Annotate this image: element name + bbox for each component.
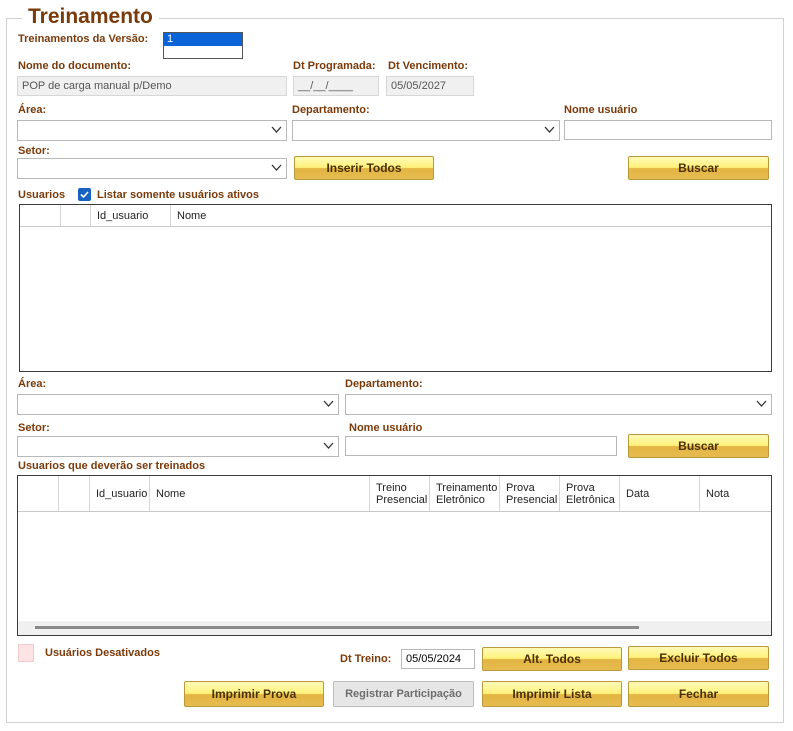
inserir-todos-button[interactable]: Inserir Todos — [294, 156, 434, 180]
grid-header: Id_usuario Nome Treino Presencial Treina… — [18, 476, 771, 512]
chevron-down-icon — [544, 126, 555, 133]
col-prova-presencial-l2: Presencial — [506, 493, 558, 506]
setor-label: Setor: — [18, 145, 50, 157]
ativos-label: Listar somente usuários ativos — [97, 189, 259, 201]
col-id-usuario[interactable]: Id_usuario — [90, 476, 150, 511]
ativos-checkbox[interactable] — [78, 188, 91, 201]
nome-usuario-label-2: Nome usuário — [349, 422, 423, 434]
chevron-down-icon — [271, 164, 282, 171]
setor-dropdown-2[interactable] — [17, 436, 339, 457]
form-title: Treinamento — [22, 5, 159, 29]
setor-dropdown[interactable] — [17, 158, 287, 179]
version-label: Treinamentos da Versão: — [18, 33, 149, 45]
chevron-down-icon — [323, 442, 334, 449]
document-name-label: Nome do documento: — [18, 60, 132, 72]
grid-header-blank — [18, 476, 59, 511]
dt-treino-input[interactable]: 05/05/2024 — [401, 649, 475, 669]
col-prova-eletronica-l2: Eletrônica — [566, 493, 615, 506]
chevron-down-icon — [756, 400, 767, 407]
imprimir-lista-button[interactable]: Imprimir Lista — [482, 681, 622, 707]
col-prova-presencial[interactable]: Prova Presencial — [500, 476, 560, 511]
col-treino-presencial-l1: Treino — [376, 481, 407, 494]
area-label-2: Área: — [18, 378, 47, 390]
fechar-button[interactable]: Fechar — [628, 681, 769, 707]
col-nome[interactable]: Nome — [150, 476, 370, 511]
version-list[interactable]: 1 — [163, 32, 243, 59]
col-treinamento-eletronico-l1: Treinamento — [436, 481, 498, 494]
departamento-label-2: Departamento: — [345, 378, 423, 390]
col-prova-presencial-l1: Prova — [506, 481, 535, 494]
area-dropdown-2[interactable] — [17, 394, 339, 415]
desativados-swatch — [18, 644, 34, 662]
version-list-item[interactable]: 1 — [164, 33, 242, 46]
imprimir-prova-button[interactable]: Imprimir Prova — [184, 681, 324, 707]
usuarios-grid[interactable]: Id_usuario Nome — [19, 204, 772, 372]
departamento-dropdown[interactable] — [292, 120, 560, 141]
col-treinamento-eletronico[interactable]: Treinamento Eletrônico — [430, 476, 500, 511]
scrollbar-thumb[interactable] — [35, 626, 639, 629]
col-data[interactable]: Data — [620, 476, 700, 511]
chevron-down-icon — [271, 126, 282, 133]
dt-vencimento-field: 05/05/2027 — [386, 76, 474, 96]
dt-programada-field: __/__/____ — [293, 76, 379, 96]
nome-usuario-label: Nome usuário — [564, 104, 638, 116]
col-prova-eletronica[interactable]: Prova Eletrônica — [560, 476, 620, 511]
treinar-grid[interactable]: Id_usuario Nome Treino Presencial Treina… — [17, 475, 772, 636]
check-icon — [80, 191, 89, 199]
buscar-button-bottom[interactable]: Buscar — [628, 434, 769, 458]
chevron-down-icon — [323, 400, 334, 407]
excluir-todos-button[interactable]: Excluir Todos — [628, 646, 769, 670]
treinar-label: Usuarios que deverão ser treinados — [18, 460, 206, 472]
col-nome[interactable]: Nome — [171, 205, 771, 226]
col-prova-eletronica-l1: Prova — [566, 481, 595, 494]
dt-vencimento-label: Dt Vencimento: — [388, 60, 469, 72]
area-dropdown[interactable] — [17, 120, 287, 141]
grid-header: Id_usuario Nome — [20, 205, 771, 227]
dt-treino-label: Dt Treino: — [340, 653, 392, 665]
area-label: Área: — [18, 104, 47, 116]
setor-label-2: Setor: — [18, 422, 50, 434]
col-nota[interactable]: Nota — [700, 476, 771, 511]
col-treino-presencial[interactable]: Treino Presencial — [370, 476, 430, 511]
registrar-participacao-button[interactable]: Registrar Participação — [333, 681, 474, 707]
grid-header-blank — [59, 476, 90, 511]
desativados-label: Usuários Desativados — [45, 647, 160, 659]
dt-programada-label: Dt Programada: — [293, 60, 376, 72]
col-id-usuario[interactable]: Id_usuario — [91, 205, 171, 226]
col-treinamento-eletronico-l2: Eletrônico — [436, 493, 485, 506]
nome-usuario-input-2[interactable] — [345, 436, 617, 456]
alt-todos-button[interactable]: Alt. Todos — [482, 647, 622, 671]
nome-usuario-input[interactable] — [564, 120, 772, 140]
buscar-button-top[interactable]: Buscar — [628, 156, 769, 180]
usuarios-label: Usuarios — [18, 189, 66, 201]
grid-header-blank — [61, 205, 91, 226]
col-treino-presencial-l2: Presencial — [376, 493, 428, 506]
horizontal-scrollbar[interactable] — [18, 621, 771, 635]
grid-header-blank — [20, 205, 61, 226]
document-name-field: POP de carga manual p/Demo — [17, 76, 287, 96]
departamento-dropdown-2[interactable] — [345, 394, 772, 415]
departamento-label: Departamento: — [292, 104, 370, 116]
